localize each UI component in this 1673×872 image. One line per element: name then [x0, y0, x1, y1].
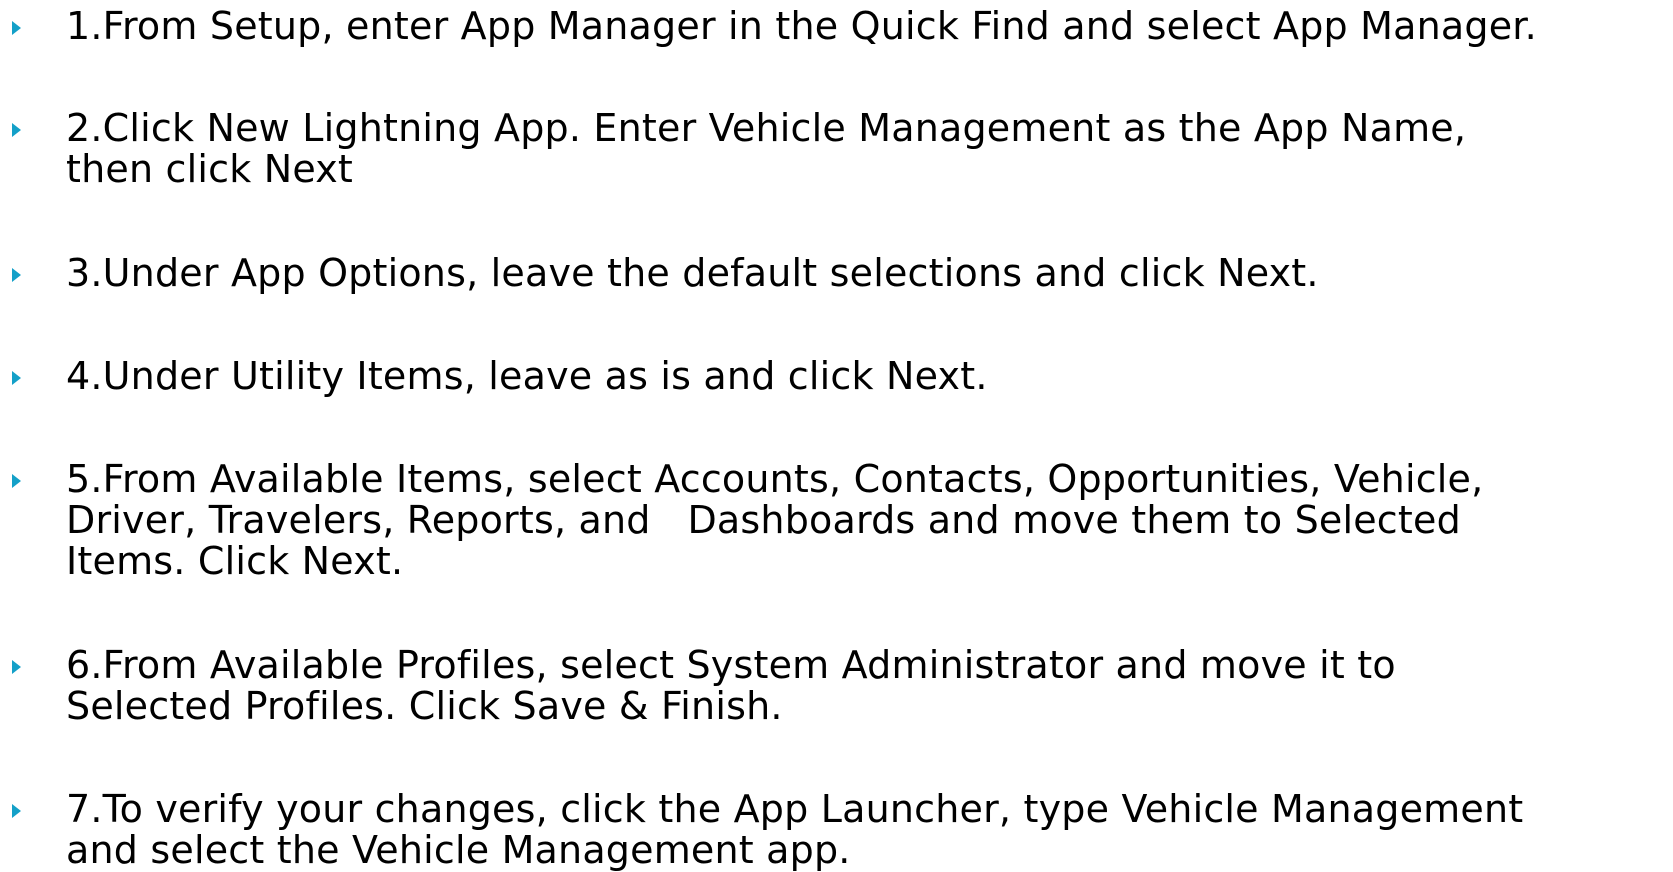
step-text: 6.From Available Profiles, select System… [66, 643, 1396, 728]
step-text: 4.Under Utility Items, leave as is and c… [66, 354, 988, 398]
step-text: 7.To verify your changes, click the App … [66, 787, 1524, 872]
step-text: 5.From Available Items, select Accounts,… [66, 457, 1484, 583]
triangle-bullet-icon [12, 660, 21, 674]
triangle-bullet-icon [12, 123, 21, 137]
triangle-bullet-icon [12, 371, 21, 385]
triangle-bullet-icon [12, 804, 21, 818]
instruction-slide: 1.From Setup, enter App Manager in the Q… [0, 0, 1673, 872]
step-text: 3.Under App Options, leave the default s… [66, 251, 1319, 295]
step-text: 2.Click New Lightning App. Enter Vehicle… [66, 106, 1467, 191]
triangle-bullet-icon [12, 474, 21, 488]
step-text: 1.From Setup, enter App Manager in the Q… [66, 4, 1537, 48]
triangle-bullet-icon [12, 268, 21, 282]
triangle-bullet-icon [12, 21, 21, 35]
